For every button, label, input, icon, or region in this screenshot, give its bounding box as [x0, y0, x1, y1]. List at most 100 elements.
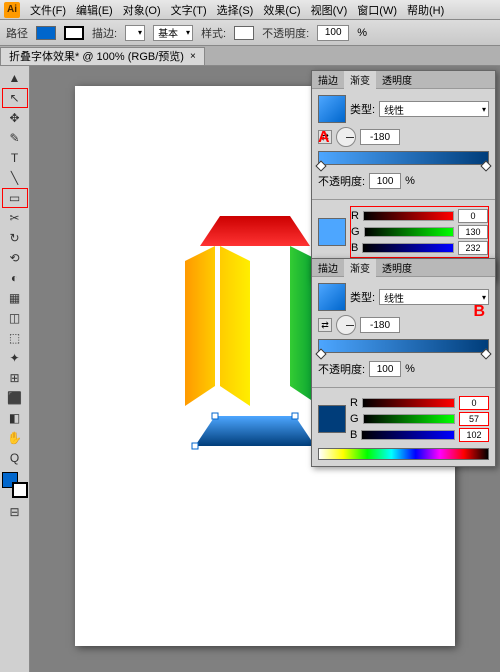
angle-control-b[interactable]: [336, 315, 356, 335]
document-tab-bar: 折叠字体效果* @ 100% (RGB/预览) ×: [0, 46, 500, 66]
fill-stroke-indicator[interactable]: [2, 472, 28, 498]
gradient-stop[interactable]: [315, 160, 326, 171]
reverse-gradient-icon[interactable]: ⇄: [318, 318, 332, 332]
gradient-bar-b[interactable]: [318, 339, 489, 353]
menu-file[interactable]: 文件(F): [30, 2, 66, 18]
document-tab[interactable]: 折叠字体效果* @ 100% (RGB/预览) ×: [0, 47, 205, 65]
rectangle-tool[interactable]: ▭: [2, 188, 28, 208]
eyedropper-tool[interactable]: ⬚: [2, 328, 28, 348]
stroke-weight-dropdown[interactable]: [125, 25, 145, 41]
fill-swatch[interactable]: [36, 26, 56, 40]
shape-red[interactable]: [200, 216, 310, 246]
b-value-b[interactable]: [459, 428, 489, 442]
gradient-stop[interactable]: [480, 348, 491, 359]
toolbox: ▲ ↖ ✥ ✎ T ╲ ▭ ✂ ↻ ⟲ ◐ ▦ ◫ ⬚ ✦ ⊞ ⬛ ◧ ✋ Q …: [0, 66, 30, 672]
direct-selection-tool[interactable]: ↖: [2, 88, 28, 108]
anchor-point[interactable]: [292, 413, 298, 419]
r-value-b[interactable]: [459, 396, 489, 410]
stroke-swatch[interactable]: [64, 26, 84, 40]
warp-tool[interactable]: ◐: [2, 268, 28, 288]
panel-a-tabs: 描边 渐变 透明度: [312, 71, 495, 89]
tab-gradient-a[interactable]: 渐变: [344, 71, 376, 89]
color-preview-a[interactable]: [318, 218, 346, 246]
gradient-panel-b: 描边 渐变 透明度 类型: 线性 ⇄ B 不透明度: % R: [311, 258, 496, 467]
anchor-point[interactable]: [192, 443, 198, 449]
shape-orange[interactable]: [185, 246, 215, 406]
pen-tool[interactable]: ✎: [2, 128, 28, 148]
gradient-stop[interactable]: [315, 348, 326, 359]
mesh-tool[interactable]: ▦: [2, 288, 28, 308]
menu-help[interactable]: 帮助(H): [407, 2, 444, 18]
rotate-tool[interactable]: ↻: [2, 228, 28, 248]
b-value-a[interactable]: [458, 241, 488, 255]
opacity-input-a[interactable]: [369, 173, 401, 189]
slice-tool[interactable]: ◧: [2, 408, 28, 428]
zoom-tool[interactable]: Q: [2, 448, 28, 468]
pct-a: %: [405, 175, 415, 187]
tab-stroke-b[interactable]: 描边: [312, 259, 344, 277]
screen-mode-tool[interactable]: ⊟: [2, 502, 28, 522]
opacity-input[interactable]: [317, 25, 349, 41]
scissors-tool[interactable]: ✂: [2, 208, 28, 228]
tab-opacity-b[interactable]: 透明度: [376, 259, 418, 277]
menu-window[interactable]: 窗口(W): [357, 2, 397, 18]
b-slider-b[interactable]: [361, 430, 455, 440]
gradient-panel-a: 描边 渐变 透明度 类型: 线性 ⇄ A 不透明度: % R: [311, 70, 496, 281]
line-tool[interactable]: ╲: [2, 168, 28, 188]
opacity-input-b[interactable]: [369, 361, 401, 377]
gradient-preview-b[interactable]: [318, 283, 346, 311]
reflect-tool[interactable]: ⟲: [2, 248, 28, 268]
annotation-a: A: [318, 129, 330, 147]
magic-wand-tool[interactable]: ✥: [2, 108, 28, 128]
hand-tool[interactable]: ✋: [2, 428, 28, 448]
opacity-label: 不透明度:: [262, 25, 309, 41]
menu-edit[interactable]: 编辑(E): [76, 2, 113, 18]
r-slider-a[interactable]: [363, 211, 454, 221]
stroke-color-icon[interactable]: [12, 482, 28, 498]
gradient-tool[interactable]: ◫: [2, 308, 28, 328]
stroke-label: 描边:: [92, 25, 117, 41]
menu-select[interactable]: 选择(S): [217, 2, 254, 18]
angle-control-a[interactable]: [336, 127, 356, 147]
g-slider-b[interactable]: [363, 414, 455, 424]
r-value-a[interactable]: [458, 209, 488, 223]
opacity-label-b: 不透明度:: [318, 361, 365, 377]
artboard-tool[interactable]: ⬛: [2, 388, 28, 408]
r-slider-b[interactable]: [362, 398, 455, 408]
shape-yellow[interactable]: [220, 246, 250, 406]
tab-close-icon[interactable]: ×: [190, 51, 196, 62]
menu-object[interactable]: 对象(O): [123, 2, 161, 18]
selection-tool[interactable]: ▲: [2, 68, 28, 88]
style-swatch[interactable]: [234, 26, 254, 40]
color-preview-b[interactable]: [318, 405, 346, 433]
brush-dropdown[interactable]: 基本: [153, 25, 193, 41]
g-value-a[interactable]: [458, 225, 488, 239]
angle-input-a[interactable]: [360, 129, 400, 145]
g-value-b[interactable]: [459, 412, 489, 426]
gradient-preview-a[interactable]: [318, 95, 346, 123]
gradient-type-dropdown-a[interactable]: 线性: [379, 101, 489, 117]
gradient-stop[interactable]: [480, 160, 491, 171]
tab-stroke-a[interactable]: 描边: [312, 71, 344, 89]
gradient-bar-a[interactable]: [318, 151, 489, 165]
g-label-b: G: [350, 413, 359, 425]
shape-blue[interactable]: [195, 416, 315, 446]
angle-input-b[interactable]: [360, 317, 400, 333]
b-label: B: [351, 242, 358, 254]
g-slider-a[interactable]: [364, 227, 454, 237]
app-logo: Ai: [4, 2, 20, 18]
menu-view[interactable]: 视图(V): [311, 2, 348, 18]
opacity-label-a: 不透明度:: [318, 173, 365, 189]
menu-type[interactable]: 文字(T): [171, 2, 207, 18]
menu-effect[interactable]: 效果(C): [263, 2, 300, 18]
tab-opacity-a[interactable]: 透明度: [376, 71, 418, 89]
tab-gradient-b[interactable]: 渐变: [344, 259, 376, 277]
type-tool[interactable]: T: [2, 148, 28, 168]
annotation-b: B: [473, 303, 485, 321]
r-label-b: R: [350, 397, 358, 409]
anchor-point[interactable]: [212, 413, 218, 419]
b-slider-a[interactable]: [362, 243, 454, 253]
spectrum-bar-b[interactable]: [318, 448, 489, 460]
graph-tool[interactable]: ⊞: [2, 368, 28, 388]
symbol-tool[interactable]: ✦: [2, 348, 28, 368]
